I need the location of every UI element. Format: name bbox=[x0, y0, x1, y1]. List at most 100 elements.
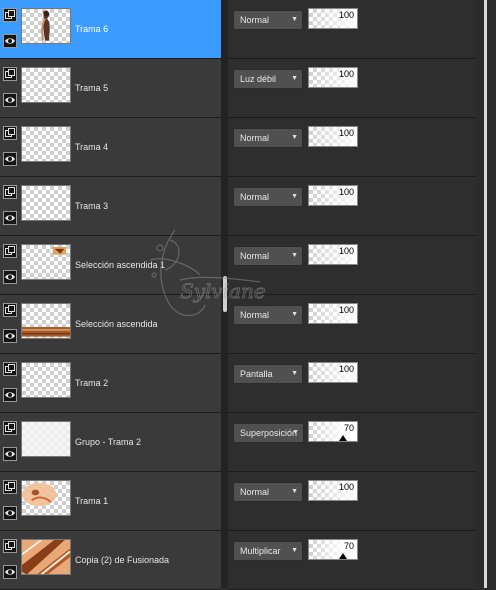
layer-controls: Superposición ▼ 70 bbox=[228, 413, 476, 472]
eye-icon[interactable] bbox=[3, 93, 17, 107]
eye-icon[interactable] bbox=[3, 447, 17, 461]
opacity-slider[interactable]: 100 bbox=[308, 67, 358, 88]
layer-row[interactable]: Trama 5 Luz débil ▼ 100 bbox=[0, 59, 496, 118]
opacity-slider[interactable]: 100 bbox=[308, 362, 358, 383]
scrollbar-thumb[interactable] bbox=[484, 0, 487, 588]
layer-info[interactable]: Copia (2) de Fusionada bbox=[0, 531, 221, 590]
blend-mode-dropdown[interactable]: Luz débil ▼ bbox=[233, 69, 303, 89]
layer-thumbnail bbox=[21, 126, 71, 162]
layer-info[interactable]: Grupo - Trama 2 bbox=[0, 413, 221, 472]
layers-icon[interactable] bbox=[3, 67, 17, 81]
opacity-slider[interactable]: 100 bbox=[308, 126, 358, 147]
eye-icon[interactable] bbox=[3, 34, 17, 48]
layer-row[interactable]: Trama 3 Normal ▼ 100 bbox=[0, 177, 496, 236]
layer-row[interactable]: Grupo - Trama 2 Superposición ▼ 70 bbox=[0, 413, 496, 472]
opacity-value: 70 bbox=[343, 541, 354, 551]
chevron-down-icon: ▼ bbox=[291, 547, 298, 554]
layer-info[interactable]: Trama 6 bbox=[0, 0, 221, 59]
layer-thumbnail bbox=[21, 362, 71, 398]
blend-mode-label: Multiplicar bbox=[240, 546, 281, 556]
layers-icon[interactable] bbox=[3, 303, 17, 317]
blend-mode-dropdown[interactable]: Normal ▼ bbox=[233, 10, 303, 30]
opacity-slider[interactable]: 100 bbox=[308, 185, 358, 206]
divider-handle[interactable] bbox=[223, 276, 227, 312]
layer-info[interactable]: Trama 3 bbox=[0, 177, 221, 236]
layer-name: Grupo - Trama 2 bbox=[75, 437, 142, 447]
opacity-slider[interactable]: 70 bbox=[308, 539, 358, 560]
eye-icon[interactable] bbox=[3, 211, 17, 225]
blend-mode-dropdown[interactable]: Superposición ▼ bbox=[233, 423, 304, 443]
layer-info[interactable]: Selección ascendida bbox=[0, 295, 221, 354]
opacity-slider[interactable]: 70 bbox=[308, 421, 358, 442]
eye-icon[interactable] bbox=[3, 152, 17, 166]
blend-mode-label: Pantalla bbox=[240, 369, 273, 379]
layers-icon[interactable] bbox=[3, 185, 17, 199]
layer-thumbnail bbox=[21, 244, 71, 280]
layer-name: Trama 6 bbox=[75, 24, 109, 34]
layer-row[interactable]: Trama 2 Pantalla ▼ 100 bbox=[0, 354, 496, 413]
eye-icon[interactable] bbox=[3, 506, 17, 520]
layer-info[interactable]: Selección ascendida 1 bbox=[0, 236, 221, 295]
eye-icon[interactable] bbox=[3, 565, 17, 579]
blend-mode-dropdown[interactable]: Normal ▼ bbox=[233, 187, 303, 207]
blend-mode-label: Normal bbox=[240, 15, 270, 25]
blend-mode-dropdown[interactable]: Normal ▼ bbox=[233, 128, 303, 148]
layer-name: Trama 2 bbox=[75, 378, 109, 388]
layers-icon[interactable] bbox=[3, 480, 17, 494]
blend-mode-label: Normal bbox=[240, 133, 270, 143]
layer-row[interactable]: Selección ascendida 1 Normal ▼ 100 bbox=[0, 236, 496, 295]
chevron-down-icon: ▼ bbox=[291, 488, 298, 495]
chevron-down-icon: ▼ bbox=[291, 75, 298, 82]
layer-row[interactable]: Trama 4 Normal ▼ 100 bbox=[0, 118, 496, 177]
layers-icon[interactable] bbox=[3, 244, 17, 258]
opacity-value: 100 bbox=[338, 246, 354, 256]
layer-row[interactable]: Copia (2) de Fusionada Multiplicar ▼ 70 bbox=[0, 531, 496, 590]
blend-mode-dropdown[interactable]: Normal ▼ bbox=[233, 305, 303, 325]
layer-row[interactable]: Trama 1 Normal ▼ 100 bbox=[0, 472, 496, 531]
blend-mode-label: Normal bbox=[240, 487, 270, 497]
layer-controls: Luz débil ▼ 100 bbox=[228, 59, 476, 118]
opacity-slider[interactable]: 100 bbox=[308, 8, 358, 29]
layer-controls: Multiplicar ▼ 70 bbox=[228, 531, 476, 590]
layers-icon[interactable] bbox=[3, 539, 17, 553]
blend-mode-dropdown[interactable]: Pantalla ▼ bbox=[233, 364, 303, 384]
blend-mode-dropdown[interactable]: Normal ▼ bbox=[233, 482, 303, 502]
layer-thumbnail bbox=[21, 539, 71, 575]
layers-icon[interactable] bbox=[3, 421, 17, 435]
opacity-marker[interactable] bbox=[339, 435, 347, 441]
layer-thumbnail bbox=[21, 480, 71, 516]
layer-palette: Trama 6 Normal ▼ 100 Trama 5 Luz débil ▼ 100 Tra… bbox=[0, 0, 496, 590]
layer-controls: Pantalla ▼ 100 bbox=[228, 354, 476, 413]
blend-mode-label: Superposición bbox=[240, 428, 298, 438]
opacity-value: 100 bbox=[338, 482, 354, 492]
eye-icon[interactable] bbox=[3, 329, 17, 343]
opacity-value: 100 bbox=[338, 128, 354, 138]
opacity-value: 100 bbox=[338, 10, 354, 20]
eye-icon[interactable] bbox=[3, 388, 17, 402]
layers-icon[interactable] bbox=[3, 126, 17, 140]
layer-info[interactable]: Trama 4 bbox=[0, 118, 221, 177]
chevron-down-icon: ▼ bbox=[291, 252, 298, 259]
blend-mode-dropdown[interactable]: Normal ▼ bbox=[233, 246, 303, 266]
eye-icon[interactable] bbox=[3, 270, 17, 284]
blend-mode-dropdown[interactable]: Multiplicar ▼ bbox=[233, 541, 303, 561]
layer-info[interactable]: Trama 2 bbox=[0, 354, 221, 413]
layer-thumbnail bbox=[21, 185, 71, 221]
chevron-down-icon: ▼ bbox=[292, 429, 299, 436]
blend-mode-label: Luz débil bbox=[240, 74, 277, 84]
opacity-value: 100 bbox=[338, 305, 354, 315]
opacity-fill bbox=[309, 540, 343, 559]
layer-info[interactable]: Trama 1 bbox=[0, 472, 221, 531]
opacity-slider[interactable]: 100 bbox=[308, 480, 358, 501]
layer-controls: Normal ▼ 100 bbox=[228, 177, 476, 236]
layer-row[interactable]: Trama 6 Normal ▼ 100 bbox=[0, 0, 496, 59]
opacity-slider[interactable]: 100 bbox=[308, 244, 358, 265]
opacity-slider[interactable]: 100 bbox=[308, 303, 358, 324]
layer-row[interactable]: Selección ascendida Normal ▼ 100 bbox=[0, 295, 496, 354]
opacity-marker[interactable] bbox=[339, 553, 347, 559]
layers-icon[interactable] bbox=[3, 8, 17, 22]
blend-mode-label: Normal bbox=[240, 192, 270, 202]
layer-info[interactable]: Trama 5 bbox=[0, 59, 221, 118]
layers-icon[interactable] bbox=[3, 362, 17, 376]
layer-name: Trama 5 bbox=[75, 83, 109, 93]
